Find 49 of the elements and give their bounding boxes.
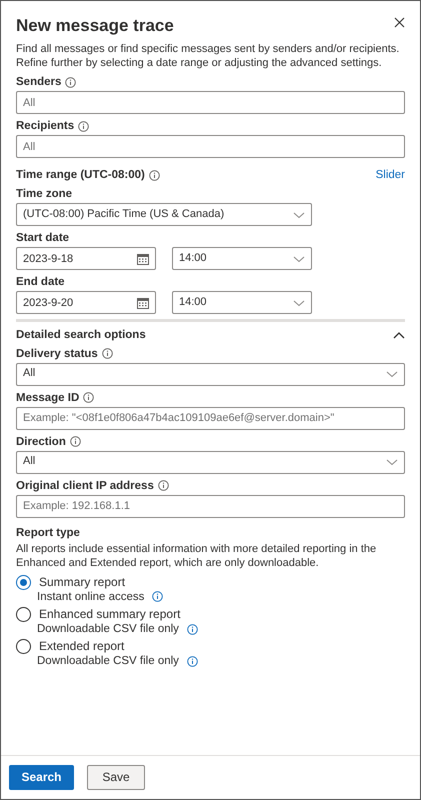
option-description: Instant online access bbox=[37, 590, 144, 604]
search-button[interactable]: Search bbox=[9, 765, 74, 790]
field-label: Direction bbox=[16, 434, 66, 449]
description-text: Find all messages or find specific messages sent by senders and/or recipients. Refine further by selecting a date range or adjusting the advanced settings. bbox=[16, 42, 400, 70]
calendar-icon bbox=[137, 297, 149, 310]
time-dropdown[interactable]: 14:00 bbox=[172, 291, 312, 314]
info-icon bbox=[186, 624, 198, 635]
dropdown[interactable]: All bbox=[16, 450, 405, 474]
info-icon bbox=[152, 591, 164, 602]
radio-button[interactable] bbox=[16, 574, 31, 590]
chevron-down-icon bbox=[293, 298, 305, 307]
radio-label: Summary report bbox=[39, 574, 126, 590]
chevron-up-icon bbox=[393, 331, 405, 340]
field-label: Original client IP address bbox=[16, 478, 154, 493]
field-label: Delivery status bbox=[16, 346, 98, 361]
input-field[interactable]: Example: "<08f1e0f806a47b4ac109109ae6ef@server.domain>" bbox=[16, 406, 405, 430]
option-description: Downloadable CSV file only bbox=[37, 654, 179, 669]
date-field[interactable]: 2023-9-18 bbox=[16, 247, 156, 270]
calendar-icon bbox=[137, 253, 149, 266]
chevron-down-icon bbox=[386, 458, 398, 466]
dropdown[interactable]: All bbox=[16, 362, 405, 386]
time-dropdown[interactable]: 14:00 bbox=[172, 247, 312, 270]
time-zone-dropdown[interactable]: (UTC-08:00) Pacific Time (US & Canada) bbox=[16, 203, 312, 226]
field-label: Time zone bbox=[16, 187, 72, 202]
input-field[interactable]: All bbox=[16, 135, 405, 158]
field-label: Start date bbox=[16, 231, 70, 246]
section-heading: Report type bbox=[16, 526, 81, 540]
chevron-down-icon bbox=[386, 370, 398, 378]
field-label: End date bbox=[16, 275, 65, 290]
field-label: Recipients bbox=[16, 119, 74, 134]
chevron-down-icon bbox=[293, 254, 305, 263]
option-description: Downloadable CSV file only bbox=[37, 622, 179, 636]
section-heading: Time range (UTC-08:00) bbox=[16, 168, 145, 182]
radio-label: Extended report bbox=[39, 639, 124, 654]
radio-button[interactable] bbox=[16, 607, 31, 622]
radio-label: Enhanced summary report bbox=[39, 607, 180, 622]
description-text: All reports include essential information with more detailed reporting in the Enhanced and Extended report, which are only downloadable. bbox=[16, 542, 378, 570]
input-field[interactable]: Example: 192.168.1.1 bbox=[16, 494, 405, 518]
field-label: Message ID bbox=[16, 390, 80, 405]
radio-button[interactable] bbox=[16, 639, 31, 654]
field-label: Senders bbox=[16, 75, 62, 90]
section-toggle[interactable]: Detailed search options bbox=[16, 328, 405, 343]
input-field[interactable]: All bbox=[16, 91, 405, 114]
date-field[interactable]: 2023-9-20 bbox=[16, 291, 156, 314]
panel-title: New message trace bbox=[16, 15, 174, 36]
info-icon bbox=[186, 656, 198, 668]
chevron-down-icon bbox=[293, 210, 305, 219]
save-button[interactable]: Save bbox=[87, 765, 145, 790]
slider-link[interactable]: Slider bbox=[376, 168, 405, 182]
